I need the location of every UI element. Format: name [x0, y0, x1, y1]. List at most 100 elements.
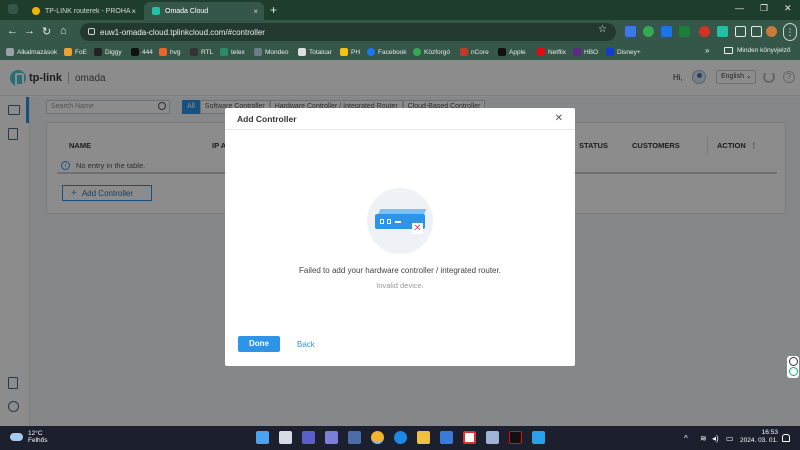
extensions-puzzle-icon[interactable]	[735, 26, 746, 37]
browser-menu-icon[interactable]: ⋮	[783, 23, 797, 41]
bookmark-apps[interactable]: Alkalmazások	[6, 47, 57, 57]
bookmark-item[interactable]: Netflix	[537, 47, 566, 57]
teams-icon[interactable]	[302, 431, 315, 444]
tab-title: TP-LINK routerek - PROHARDV	[45, 7, 131, 15]
close-window-icon[interactable]: ✕	[784, 3, 792, 14]
app-icon[interactable]	[348, 431, 361, 444]
extension-icon[interactable]	[699, 26, 710, 37]
url-text: euw1-omada-cloud.tplinkcloud.com/#contro…	[100, 27, 265, 37]
browser-tab-prohardver[interactable]: TP-LINK routerek - PROHARDV ×	[24, 2, 142, 20]
disney-icon	[606, 48, 614, 56]
bookmark-item[interactable]: Mondeo	[254, 47, 289, 57]
extension-icon[interactable]	[643, 26, 654, 37]
weather-widget[interactable]: 12°C Felhős	[10, 430, 48, 444]
back-link[interactable]: Back	[297, 340, 315, 349]
restore-icon[interactable]: ❐	[760, 3, 768, 14]
tab-favicon-icon	[152, 7, 160, 15]
minimize-icon[interactable]: —	[735, 3, 744, 13]
bookmark-item[interactable]: Közforgó	[413, 47, 450, 57]
edge-icon[interactable]	[394, 431, 407, 444]
bookmark-item[interactable]: telex	[220, 47, 245, 57]
bookmarks-bar: Alkalmazások FoE Diggy 444 hvg RTL telex…	[0, 44, 800, 60]
volume-icon[interactable]: ◂)	[712, 434, 719, 443]
tab-favicon-icon	[32, 7, 40, 15]
floating-widget	[787, 356, 799, 378]
close-tab-icon[interactable]: ×	[253, 7, 258, 16]
bookmark-favicon-icon	[340, 48, 348, 56]
app-icon[interactable]	[486, 431, 499, 444]
windows-taskbar: 12°C Felhős ^ ≋ ◂) ▭ 16:53 2024. 03. 01.	[0, 426, 800, 450]
browser-tab-omada[interactable]: Omada Cloud ×	[144, 2, 264, 20]
bookmark-favicon-icon	[298, 48, 306, 56]
close-widget-icon[interactable]	[788, 357, 798, 366]
extension-icon[interactable]	[661, 26, 672, 37]
app-icon[interactable]	[532, 431, 545, 444]
extension-icon[interactable]	[717, 26, 728, 37]
bookmark-item[interactable]: RTL	[190, 47, 213, 57]
bookmark-item[interactable]: FoE	[64, 47, 87, 57]
side-panel-icon[interactable]	[751, 26, 762, 37]
show-hidden-icons-icon[interactable]: ^	[684, 434, 688, 443]
netflix-app-icon[interactable]	[509, 431, 522, 444]
tab-search-icon[interactable]	[8, 4, 18, 14]
add-controller-dialog: Add Controller ✕ ✕ Failed to add your ha…	[225, 108, 575, 366]
store-icon[interactable]	[440, 431, 453, 444]
all-bookmarks[interactable]: Minden könyvjelző	[724, 47, 790, 54]
file-explorer-icon[interactable]	[417, 431, 430, 444]
close-icon[interactable]: ✕	[555, 108, 563, 130]
browser-toolbar: ← → ↻ ⌂ euw1-omada-cloud.tplinkcloud.com…	[0, 20, 800, 44]
bookmark-item[interactable]: HBO	[573, 47, 598, 57]
bookmark-item[interactable]: hvg	[159, 47, 180, 57]
hbo-icon	[573, 48, 581, 56]
dialog-title: Add Controller	[237, 114, 297, 124]
bookmark-favicon-icon	[64, 48, 72, 56]
bookmark-favicon-icon	[131, 48, 139, 56]
profile-avatar[interactable]	[766, 26, 777, 37]
extension-icon[interactable]	[679, 26, 690, 37]
error-message: Failed to add your hardware controller /…	[299, 266, 501, 275]
bookmark-item[interactable]: Disney+	[606, 47, 641, 57]
omada-page: tp-link omada Hi, English ⌄ ? Search Nam…	[0, 60, 800, 426]
teams-chat-icon[interactable]	[325, 431, 338, 444]
error-detail: Invalid device.	[376, 281, 424, 290]
reload-icon[interactable]: ↻	[42, 25, 51, 38]
clock-date: 2024. 03. 01.	[740, 437, 778, 444]
device-led	[395, 221, 401, 223]
bookmark-item[interactable]: PH	[340, 47, 360, 57]
new-tab-icon[interactable]: +	[270, 3, 277, 17]
wifi-icon[interactable]: ≋	[700, 434, 707, 443]
site-info-icon[interactable]	[88, 28, 95, 35]
vivaldi-icon[interactable]	[463, 431, 476, 444]
bookmark-item[interactable]: Diggy	[94, 47, 122, 57]
bookmark-item[interactable]: 444	[131, 47, 153, 57]
battery-icon[interactable]: ▭	[726, 434, 734, 443]
forward-arrow-icon[interactable]: →	[24, 25, 35, 37]
temperature: 12°C	[28, 430, 43, 437]
bookmark-item[interactable]: Facebook	[367, 47, 407, 57]
chrome-icon[interactable]	[371, 431, 384, 444]
close-tab-icon[interactable]: ×	[131, 7, 136, 16]
task-view-icon[interactable]	[279, 431, 292, 444]
error-x-icon: ✕	[412, 223, 423, 234]
bookmark-item[interactable]: Totalcar	[298, 47, 332, 57]
address-bar[interactable]: euw1-omada-cloud.tplinkcloud.com/#contro…	[80, 23, 616, 41]
bookmark-favicon-icon	[159, 48, 167, 56]
bookmark-star-icon[interactable]: ☆	[598, 24, 607, 35]
home-icon[interactable]: ⌂	[60, 25, 67, 37]
tab-title: Omada Cloud	[165, 7, 209, 15]
system-clock[interactable]: 16:53 2024. 03. 01.	[740, 429, 778, 445]
more-bookmarks-icon[interactable]: »	[705, 46, 709, 55]
back-arrow-icon[interactable]: ←	[7, 25, 18, 37]
bookmark-item[interactable]: nCore	[460, 47, 489, 57]
extension-icon[interactable]	[625, 26, 636, 37]
netflix-icon	[537, 48, 545, 56]
support-widget-icon[interactable]	[788, 367, 798, 376]
bookmark-favicon-icon	[460, 48, 468, 56]
device-port	[387, 219, 391, 224]
facebook-icon	[367, 48, 375, 56]
done-button[interactable]: Done	[238, 336, 280, 352]
notification-bell-icon[interactable]	[782, 434, 790, 442]
bookmark-item[interactable]: Apple	[498, 47, 526, 57]
windows-start-icon[interactable]	[256, 431, 269, 444]
folder-icon	[724, 47, 733, 54]
